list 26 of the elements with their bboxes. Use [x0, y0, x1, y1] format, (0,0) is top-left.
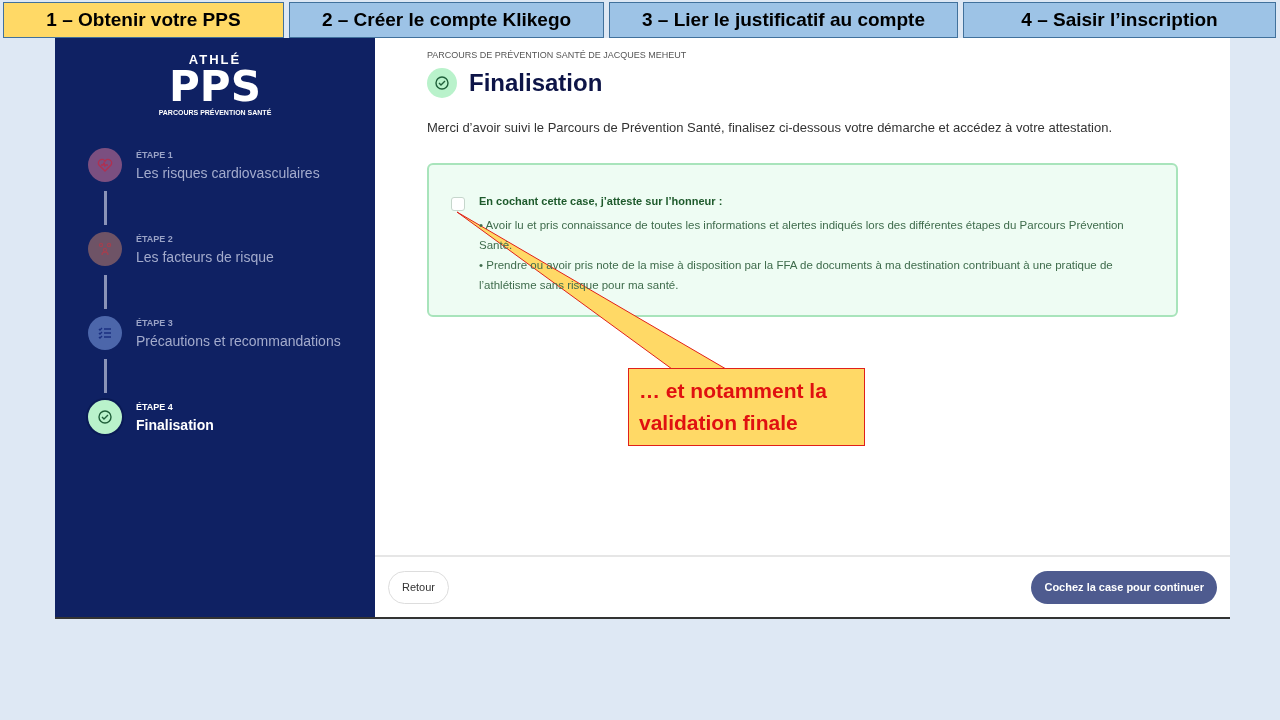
heart-icon	[97, 157, 113, 173]
back-button[interactable]: Retour	[388, 570, 450, 604]
step-label: ÉTAPE 4	[136, 402, 174, 412]
step-label: ÉTAPE 1	[136, 150, 174, 160]
step-label: ÉTAPE 2	[136, 234, 174, 244]
step-tab[interactable]: 2 – Créer le compte Klikego	[289, 2, 604, 38]
logo-top-text: ATHLÉ	[188, 52, 242, 67]
step-title[interactable]: Finalisation	[136, 417, 214, 433]
step-tab[interactable]: 3 – Lier le justificatif au compte	[609, 2, 958, 38]
intro-text: Merci d’avoir suivi le Parcours de Prévention Santé, finalisez ci-dessous votre démarche et accédez à votre attestation.	[427, 120, 1113, 135]
people-icon	[97, 241, 113, 257]
attestation-heading: En cochant cette case, j’atteste sur l’honneur :	[479, 195, 724, 207]
badge-check-icon	[427, 68, 457, 98]
step-tab[interactable]: 4 – Saisir l’inscription	[963, 2, 1276, 38]
logo-text: PPS	[169, 67, 261, 107]
page-title: Finalisation	[469, 69, 603, 97]
checklist-icon	[97, 325, 113, 341]
step-title[interactable]: Précautions et recommandations	[136, 333, 341, 349]
step-title[interactable]: Les facteurs de risque	[136, 249, 274, 265]
step-tab[interactable]: 1 – Obtenir votre PPS	[3, 2, 284, 38]
callout: … et notamment la validation finale	[628, 368, 865, 446]
step-label: ÉTAPE 3	[136, 318, 174, 328]
badge-check-icon	[97, 409, 113, 425]
checkbox[interactable]	[451, 197, 465, 211]
breadcrumb: PARCOURS DE PRÉVENTION SANTÉ DE JACQUES MEHEUT	[427, 50, 688, 60]
step-title[interactable]: Les risques cardiovasculaires	[136, 165, 320, 181]
